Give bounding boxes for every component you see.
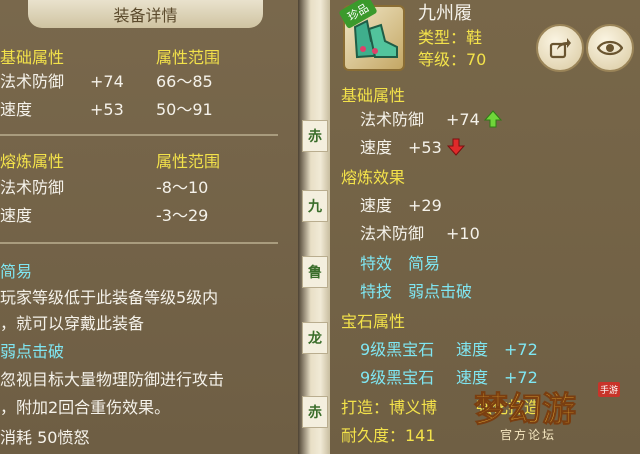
list-item[interactable]: 九: [302, 190, 328, 222]
list-item[interactable]: 赤: [302, 396, 328, 428]
panel-title-text: 装备详情: [113, 6, 178, 25]
item-name: 九州履: [418, 3, 472, 24]
eye-icon: [597, 40, 623, 56]
watermark-tag: 手游: [598, 382, 621, 397]
item-level: 等级：70: [418, 50, 487, 69]
skill-title: 弱点击破: [0, 342, 65, 361]
list-item[interactable]: 鲁: [302, 256, 328, 288]
refine-row-name: 速度: [0, 206, 33, 225]
list-item-label: 赤: [308, 405, 322, 421]
list-item-label: 龙: [308, 331, 322, 347]
gem-value: +72: [504, 340, 538, 359]
refine-row-range: -8～10: [156, 178, 209, 197]
base-row-value: +74: [446, 110, 480, 129]
refine-row-name: 法术防御: [360, 224, 425, 243]
durability-line: 耐久度：141: [341, 426, 436, 445]
list-item[interactable]: 龙: [302, 322, 328, 354]
cost-text: 消耗 50愤怒: [0, 428, 90, 447]
share-icon: [549, 38, 571, 59]
equipment-detail-panel: 装备详情 基础属性 属性范围 法术防御 +74 66～85 速度 +53 50～…: [0, 0, 298, 454]
forge-line: 打造：博义博: [341, 398, 438, 417]
refine-row-value: +29: [408, 196, 442, 215]
base-row-value: +53: [90, 100, 124, 119]
gem-attr: 速度: [456, 340, 489, 359]
refine-row-name: 速度: [360, 196, 393, 215]
skill-desc: ，就可以穿戴此装备: [0, 314, 145, 333]
base-row-range: 66～85: [156, 72, 213, 91]
item-type: 类型：鞋: [418, 28, 483, 47]
background-list-strip: [298, 0, 330, 454]
gem-attr-header: 宝石属性: [341, 312, 406, 331]
list-item[interactable]: 赤: [302, 120, 328, 152]
skill-desc: 玩家等级低于此装备等级5级内: [0, 288, 219, 307]
section-divider: [0, 242, 278, 244]
refine-row-range: -3～29: [156, 206, 209, 225]
watermark-sub: 官方论坛: [500, 428, 557, 442]
attr-range-header: 属性范围: [156, 48, 221, 67]
skill-value: 弱点击破: [408, 282, 473, 301]
base-row-name: 法术防御: [360, 110, 425, 129]
panel-title: 装备详情: [28, 0, 263, 28]
skill-desc: 忽视目标大量物理防御进行攻击: [0, 370, 225, 389]
base-attr-header: 基础属性: [0, 48, 65, 67]
base-attr-header: 基础属性: [341, 86, 406, 105]
gem-name: 9级黑宝石: [360, 368, 435, 387]
base-row-value: +53: [408, 138, 442, 157]
section-divider: [0, 134, 278, 136]
view-button[interactable]: [586, 24, 634, 72]
forum-watermark-logo: 梦幻游 手游 官方论坛: [470, 378, 630, 448]
skill-title: 简易: [0, 262, 33, 281]
list-item-label: 鲁: [308, 265, 322, 281]
list-item-label: 赤: [308, 129, 322, 145]
base-row-name: 速度: [360, 138, 393, 157]
base-row-name: 法术防御: [0, 72, 65, 91]
list-item-label: 九: [308, 199, 322, 215]
refine-attr-header: 熔炼属性: [0, 152, 65, 171]
share-button[interactable]: [536, 24, 584, 72]
base-row-range: 50～91: [156, 100, 213, 119]
refine-range-header: 属性范围: [156, 152, 221, 171]
refine-effect-header: 熔炼效果: [341, 168, 406, 187]
effect-value: 简易: [408, 254, 441, 273]
base-row-value: +74: [90, 72, 124, 91]
gem-name: 9级黑宝石: [360, 340, 435, 359]
skill-label: 特技: [360, 282, 393, 301]
arrow-down-icon: [447, 138, 465, 156]
skill-desc: ，附加2回合重伤效果。: [0, 398, 171, 417]
watermark-brand: 梦幻游: [474, 390, 577, 431]
arrow-up-icon: [484, 110, 502, 128]
refine-row-value: +10: [446, 224, 480, 243]
refine-row-name: 法术防御: [0, 178, 65, 197]
base-row-name: 速度: [0, 100, 33, 119]
effect-label: 特效: [360, 254, 393, 273]
